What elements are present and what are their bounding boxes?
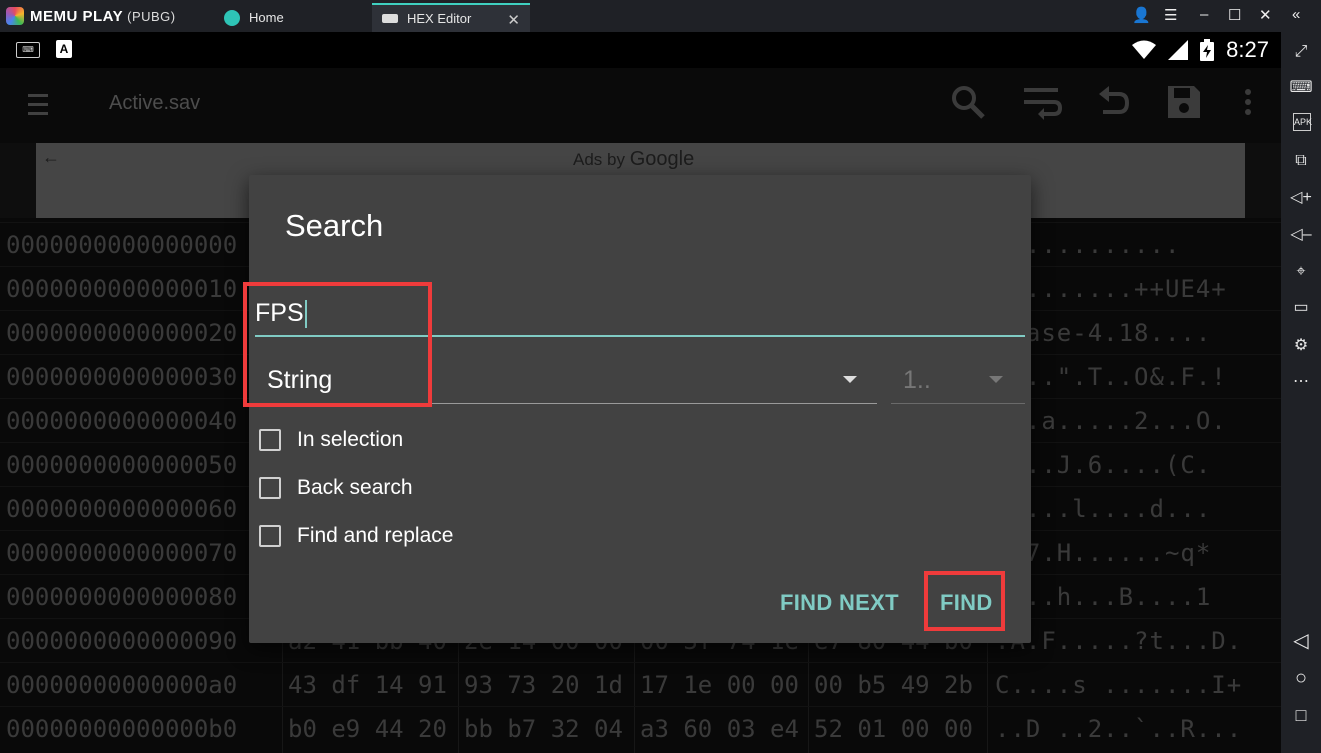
keyboard-icon: ⌨ (16, 42, 40, 58)
checkbox-box[interactable] (259, 477, 281, 499)
wifi-icon (1132, 40, 1157, 59)
tab-home[interactable]: Home (222, 3, 370, 32)
account-icon[interactable]: 👤 (1132, 6, 1151, 24)
find-next-button[interactable]: FIND NEXT (780, 590, 899, 616)
more-icon[interactable]: ⋯ (1289, 370, 1313, 394)
maximize-icon[interactable]: ☐ (1228, 6, 1241, 24)
brand-suffix: (PUBG) (127, 8, 176, 24)
minimize-icon[interactable]: – (1200, 6, 1208, 23)
clock: 8:27 (1226, 37, 1269, 62)
highlight-find-button (924, 571, 1005, 631)
fullscreen-icon[interactable]: ⤢ (1289, 40, 1313, 64)
apk-icon[interactable]: APK (1293, 113, 1312, 131)
brand-name: MEMU PLAY (30, 7, 124, 25)
multi-instance-icon[interactable]: ⧉ (1289, 149, 1313, 173)
emulator-sidebar: ⤢ ⌨ APK ⧉ ◁+ ◁– ⌖ ▭ ⚙ ⋯ ◁ ○ □ (1281, 32, 1321, 753)
volume-up-icon[interactable]: ◁+ (1289, 186, 1313, 210)
keyboard-mapping-icon[interactable]: ⌨ (1289, 76, 1313, 100)
collapse-sidebar-icon[interactable]: « (1292, 6, 1300, 23)
checkbox-box[interactable] (259, 525, 281, 547)
dialog-title: Search (285, 208, 384, 243)
back-search-checkbox[interactable]: Back search (259, 473, 413, 503)
emulator-titlebar: MEMU PLAY (PUBG) Home HEX Editor ✕ 👤 ☰ –… (0, 0, 1321, 32)
signal-icon (1168, 40, 1189, 60)
folder-icon[interactable]: ▭ (1289, 296, 1313, 320)
menu-icon[interactable]: ☰ (1164, 6, 1177, 24)
in-selection-checkbox[interactable]: In selection (259, 425, 403, 455)
memu-logo-icon (6, 7, 24, 25)
dropdown-arrow-icon (989, 376, 1003, 383)
in-selection-label: In selection (297, 428, 404, 451)
search-width-value: 1.. (903, 366, 931, 394)
search-width-dropdown[interactable]: 1.. (891, 355, 1025, 404)
settings-icon[interactable]: ⚙ (1289, 334, 1313, 358)
tab-hex-editor-label: HEX Editor (407, 11, 472, 26)
volume-down-icon[interactable]: ◁– (1289, 223, 1313, 247)
close-window-icon[interactable]: ✕ (1259, 6, 1272, 24)
memu-logo: MEMU PLAY (PUBG) (6, 7, 176, 25)
battery-charging-icon (1200, 39, 1215, 61)
checkbox-box[interactable] (259, 429, 281, 451)
search-dialog: Search FPS String 1.. In selection Back … (249, 175, 1031, 643)
android-status-bar: ⌨ A 8:27 (0, 32, 1281, 68)
back-search-label: Back search (297, 476, 413, 499)
tab-hex-editor[interactable]: HEX Editor ✕ (372, 3, 530, 32)
a-notification-icon: A (56, 40, 72, 58)
find-and-replace-checkbox[interactable]: Find and replace (259, 521, 453, 551)
home-icon[interactable]: ○ (1289, 666, 1313, 690)
tab-home-label: Home (249, 10, 284, 25)
recents-icon[interactable]: □ (1289, 703, 1313, 727)
close-tab-icon[interactable]: ✕ (507, 11, 520, 29)
home-app-icon (224, 9, 240, 26)
dropdown-arrow-icon (843, 376, 857, 383)
highlight-query-and-type (243, 282, 432, 407)
find-and-replace-label: Find and replace (297, 524, 454, 547)
location-icon[interactable]: ⌖ (1289, 260, 1313, 284)
back-icon[interactable]: ◁ (1289, 629, 1313, 653)
hex-editor-app-icon (382, 14, 398, 23)
